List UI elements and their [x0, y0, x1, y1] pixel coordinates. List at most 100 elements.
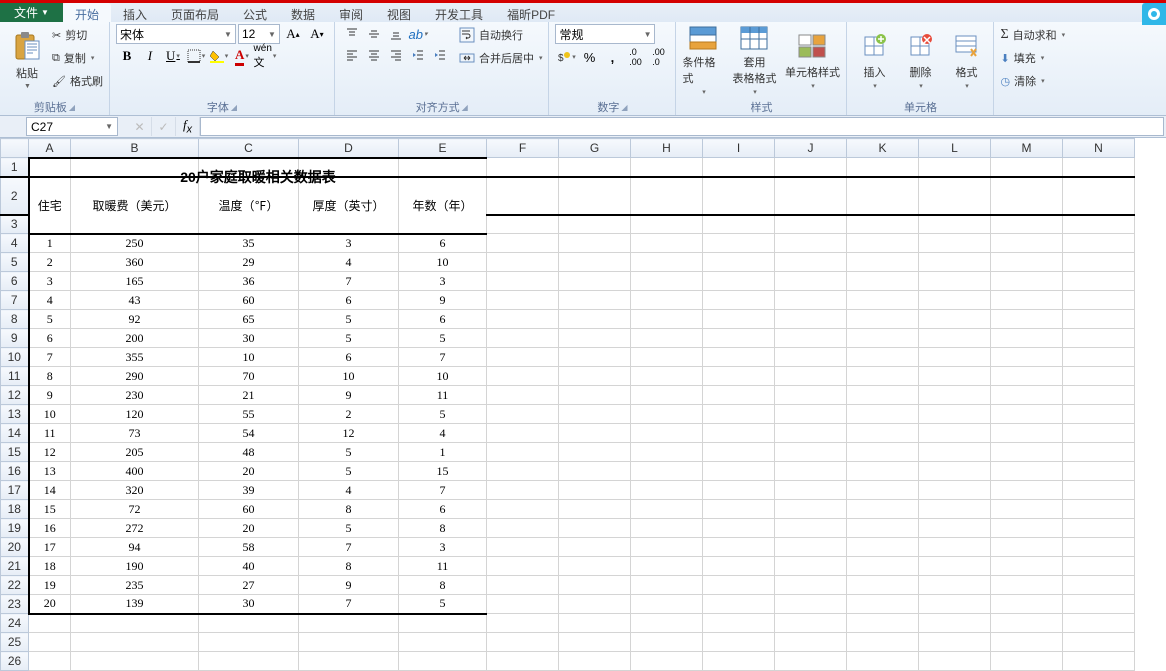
col-header-M[interactable]: M — [991, 139, 1063, 158]
cell-B12[interactable]: 230 — [71, 386, 199, 405]
fill-color-button[interactable]: ▾ — [208, 46, 230, 66]
align-center-button[interactable] — [363, 45, 385, 65]
formula-input[interactable] — [200, 117, 1164, 136]
cell-A21[interactable]: 18 — [29, 557, 71, 576]
row-header-18[interactable]: 18 — [1, 500, 29, 519]
row-header-10[interactable]: 10 — [1, 348, 29, 367]
paste-button[interactable]: 粘贴▼ — [6, 24, 48, 96]
cell-D22[interactable]: 9 — [299, 576, 399, 595]
cell-E10[interactable]: 7 — [399, 348, 487, 367]
cell-A16[interactable]: 13 — [29, 462, 71, 481]
cell-E5[interactable]: 10 — [399, 253, 487, 272]
row-header-2[interactable]: 2 — [1, 177, 29, 215]
cell-B7[interactable]: 43 — [71, 291, 199, 310]
cell-D21[interactable]: 8 — [299, 557, 399, 576]
dialog-launcher-icon[interactable]: ◢ — [462, 103, 468, 112]
cell-E13[interactable]: 5 — [399, 405, 487, 424]
cell-B21[interactable]: 190 — [71, 557, 199, 576]
cell-A11[interactable]: 8 — [29, 367, 71, 386]
dialog-launcher-icon[interactable]: ◢ — [69, 103, 75, 112]
cell-A22[interactable]: 19 — [29, 576, 71, 595]
cell-B5[interactable]: 360 — [71, 253, 199, 272]
cell-B19[interactable]: 272 — [71, 519, 199, 538]
cell-E17[interactable]: 7 — [399, 481, 487, 500]
col-header-J[interactable]: J — [775, 139, 847, 158]
cell-D14[interactable]: 12 — [299, 424, 399, 443]
cell-D10[interactable]: 6 — [299, 348, 399, 367]
cell-A12[interactable]: 9 — [29, 386, 71, 405]
cell-A15[interactable]: 12 — [29, 443, 71, 462]
cell-D8[interactable]: 5 — [299, 310, 399, 329]
cell-C7[interactable]: 60 — [199, 291, 299, 310]
tab-pdf[interactable]: 福昕PDF — [495, 3, 567, 22]
wrap-text-button[interactable]: 自动换行 — [459, 24, 543, 46]
cell-A13[interactable]: 10 — [29, 405, 71, 424]
cell-D6[interactable]: 7 — [299, 272, 399, 291]
currency-button[interactable]: $▾ — [555, 47, 577, 67]
cell-A10[interactable]: 7 — [29, 348, 71, 367]
cell-A4[interactable]: 1 — [29, 234, 71, 253]
cell-D9[interactable]: 5 — [299, 329, 399, 348]
font-name-select[interactable]: 宋体▼ — [116, 24, 236, 44]
col-header-C[interactable]: C — [199, 139, 299, 158]
cell-B14[interactable]: 73 — [71, 424, 199, 443]
decrease-decimal-button[interactable]: .00.0 — [647, 47, 669, 67]
cell-B4[interactable]: 250 — [71, 234, 199, 253]
cell-B6[interactable]: 165 — [71, 272, 199, 291]
row-header-23[interactable]: 23 — [1, 595, 29, 614]
percent-button[interactable]: % — [578, 47, 600, 67]
align-right-button[interactable] — [385, 45, 407, 65]
cell-C16[interactable]: 20 — [199, 462, 299, 481]
cell-B9[interactable]: 200 — [71, 329, 199, 348]
delete-cell-button[interactable]: 删除▾ — [899, 24, 941, 96]
row-header-4[interactable]: 4 — [1, 234, 29, 253]
cell-D17[interactable]: 4 — [299, 481, 399, 500]
row-header-17[interactable]: 17 — [1, 481, 29, 500]
align-left-button[interactable] — [341, 45, 363, 65]
cell-B15[interactable]: 205 — [71, 443, 199, 462]
cell-E11[interactable]: 10 — [399, 367, 487, 386]
cell-A9[interactable]: 6 — [29, 329, 71, 348]
cell-E14[interactable]: 4 — [399, 424, 487, 443]
cell-C22[interactable]: 27 — [199, 576, 299, 595]
cell-D23[interactable]: 7 — [299, 595, 399, 614]
cell-B17[interactable]: 320 — [71, 481, 199, 500]
cell-A19[interactable]: 16 — [29, 519, 71, 538]
cell-A17[interactable]: 14 — [29, 481, 71, 500]
row-header-9[interactable]: 9 — [1, 329, 29, 348]
cell-B8[interactable]: 92 — [71, 310, 199, 329]
italic-button[interactable]: I — [139, 46, 161, 66]
row-header-8[interactable]: 8 — [1, 310, 29, 329]
bold-button[interactable]: B — [116, 46, 138, 66]
cell-C13[interactable]: 55 — [199, 405, 299, 424]
cell-E7[interactable]: 9 — [399, 291, 487, 310]
col-header-I[interactable]: I — [703, 139, 775, 158]
cell-E18[interactable]: 6 — [399, 500, 487, 519]
cell-C9[interactable]: 30 — [199, 329, 299, 348]
cell-D13[interactable]: 2 — [299, 405, 399, 424]
confirm-edit-button[interactable]: ✓ — [152, 117, 176, 136]
cell-C10[interactable]: 10 — [199, 348, 299, 367]
font-size-select[interactable]: 12▼ — [238, 24, 280, 44]
conditional-format-button[interactable]: 条件格式▾ — [682, 24, 724, 96]
tab-layout[interactable]: 页面布局 — [159, 3, 231, 22]
cell-D16[interactable]: 5 — [299, 462, 399, 481]
cell-E21[interactable]: 11 — [399, 557, 487, 576]
row-header-11[interactable]: 11 — [1, 367, 29, 386]
row-header-19[interactable]: 19 — [1, 519, 29, 538]
cell-A5[interactable]: 2 — [29, 253, 71, 272]
cell-E23[interactable]: 5 — [399, 595, 487, 614]
col-header-K[interactable]: K — [847, 139, 919, 158]
row-header-22[interactable]: 22 — [1, 576, 29, 595]
row-header-12[interactable]: 12 — [1, 386, 29, 405]
shrink-font-button[interactable]: A▾ — [306, 24, 328, 44]
cut-button[interactable]: ✂剪切 — [52, 24, 103, 46]
row-header-14[interactable]: 14 — [1, 424, 29, 443]
insert-function-button[interactable]: fx — [176, 117, 200, 136]
cell-C11[interactable]: 70 — [199, 367, 299, 386]
cell-C18[interactable]: 60 — [199, 500, 299, 519]
worksheet[interactable]: ABCDEFGHIJKLMN120户家庭取暖相关数据表2住宅取暖费（美元）温度（… — [0, 138, 1166, 671]
clear-button[interactable]: ◷清除▾ — [1000, 70, 1065, 92]
cell-B16[interactable]: 400 — [71, 462, 199, 481]
cell-D19[interactable]: 5 — [299, 519, 399, 538]
